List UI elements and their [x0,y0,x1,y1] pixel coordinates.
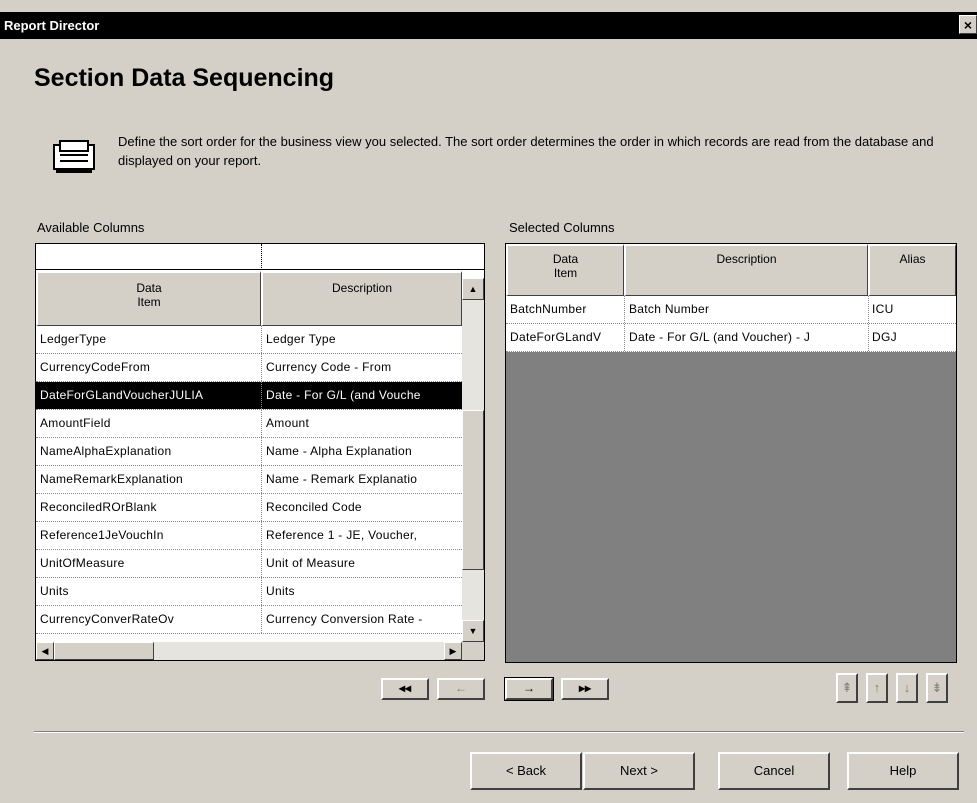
available-columns-label: Available Columns [37,220,145,235]
column-header-data-item[interactable]: Data Item [506,244,624,296]
table-row[interactable]: CurrencyCodeFrom Currency Code - From [36,354,462,382]
cell-data-item[interactable]: BatchNumber [506,296,624,323]
print-sequence-icon [53,140,95,173]
cell-description[interactable]: Batch Number [624,296,868,323]
vertical-scrollbar[interactable]: ▲ ▼ [462,278,484,642]
cell-description[interactable]: Units [261,578,462,605]
cell-data-item[interactable]: NameAlphaExplanation [36,438,261,465]
scroll-up-arrow-icon[interactable]: ▲ [462,278,484,300]
filter-separator [261,244,262,270]
cell-description[interactable]: Unit of Measure [261,550,462,577]
cell-data-item[interactable]: Reference1JeVouchIn [36,522,261,549]
column-header-alias[interactable]: Alias [868,244,956,296]
remove-all-button[interactable]: ◂◂ [381,678,429,700]
table-row[interactable]: AmountField Amount [36,410,462,438]
page-title: Section Data Sequencing [34,64,335,92]
column-header-data-item[interactable]: Data Item [36,271,261,326]
move-up-button[interactable]: ↑ [866,673,888,703]
instructions-text: Define the sort order for the business v… [118,134,934,168]
table-row[interactable]: NameAlphaExplanation Name - Alpha Explana… [36,438,462,466]
query-by-example-row[interactable] [36,244,484,270]
scroll-down-arrow-icon[interactable]: ▼ [462,620,484,642]
next-button[interactable]: Next > [583,752,695,790]
scroll-left-arrow-icon[interactable]: ◀ [36,642,54,660]
cell-data-item[interactable]: UnitOfMeasure [36,550,261,577]
back-button[interactable]: < Back [470,752,582,790]
cell-data-item[interactable]: NameRemarkExplanation [36,466,261,493]
move-to-bottom-button[interactable]: ⇟ [926,673,948,703]
cell-description[interactable]: Date - For G/L (and Voucher) - J [624,324,868,351]
scroll-right-arrow-icon[interactable]: ▶ [444,642,462,660]
table-row[interactable]: Units Units [36,578,462,606]
footer-divider [34,731,964,733]
cell-description[interactable]: Reconciled Code [261,494,462,521]
cell-description[interactable]: Name - Remark Explanatio [261,466,462,493]
scrollbar-thumb[interactable] [462,410,484,570]
cancel-button[interactable]: Cancel [718,752,830,790]
column-header-description[interactable]: Description [261,271,462,326]
table-row[interactable]: CurrencyConverRateOv Currency Conversion … [36,606,462,634]
available-rows: LedgerType Ledger Type CurrencyCodeFrom Cur… [36,326,462,634]
cell-data-item[interactable]: AmountField [36,410,261,437]
close-button[interactable]: × [959,15,977,34]
cell-data-item[interactable]: Units [36,578,261,605]
cell-data-item[interactable]: CurrencyCodeFrom [36,354,261,381]
cell-description[interactable]: Currency Code - From [261,354,462,381]
cell-description[interactable]: Date - For G/L (and Vouche [261,382,462,409]
table-row[interactable]: UnitOfMeasure Unit of Measure [36,550,462,578]
table-row[interactable]: DateForGLandVoucherJULIA Date - For G/L (… [36,382,462,410]
cell-description[interactable]: Name - Alpha Explanation [261,438,462,465]
selected-rows: BatchNumber Batch Number ICU DateForGLandV D… [506,296,956,352]
cell-alias[interactable]: ICU [868,296,956,323]
add-all-button[interactable]: ▸▸ [561,678,609,700]
selected-columns-label: Selected Columns [509,220,615,235]
available-columns-grid[interactable]: Data Item Description LedgerType Ledger T… [35,243,485,661]
table-row[interactable]: DateForGLandV Date - For G/L (and Voucher… [506,324,956,352]
cell-description[interactable]: Ledger Type [261,326,462,353]
help-button[interactable]: Help [847,752,959,790]
move-down-button[interactable]: ↓ [896,673,918,703]
table-row[interactable]: LedgerType Ledger Type [36,326,462,354]
add-button[interactable]: → [504,677,554,701]
cell-description[interactable]: Amount [261,410,462,437]
cell-data-item[interactable]: CurrencyConverRateOv [36,606,261,633]
selected-columns-grid[interactable]: Data Item Description Alias BatchNumber B… [505,243,957,663]
table-row[interactable]: Reference1JeVouchIn Reference 1 - JE, Vou… [36,522,462,550]
table-row[interactable]: ReconciledROrBlank Reconciled Code [36,494,462,522]
table-row[interactable]: BatchNumber Batch Number ICU [506,296,956,324]
horizontal-scrollbar-thumb[interactable] [54,642,154,660]
cell-alias[interactable]: DGJ [868,324,956,351]
cell-data-item[interactable]: DateForGLandVoucherJULIA [36,382,261,409]
cell-data-item[interactable]: LedgerType [36,326,261,353]
cell-description[interactable]: Reference 1 - JE, Voucher, [261,522,462,549]
scrollbar-corner [462,642,484,660]
window-title: Report Director [4,18,100,33]
cell-data-item[interactable]: ReconciledROrBlank [36,494,261,521]
window-titlebar: Report Director × [0,12,977,39]
horizontal-scrollbar[interactable]: ◀ ▶ [36,642,462,660]
remove-button[interactable]: ← [437,678,485,700]
cell-data-item[interactable]: DateForGLandV [506,324,624,351]
column-header-description[interactable]: Description [624,244,868,296]
cell-description[interactable]: Currency Conversion Rate - [261,606,462,633]
move-to-top-button[interactable]: ⇞ [836,673,858,703]
table-row[interactable]: NameRemarkExplanation Name - Remark Expla… [36,466,462,494]
